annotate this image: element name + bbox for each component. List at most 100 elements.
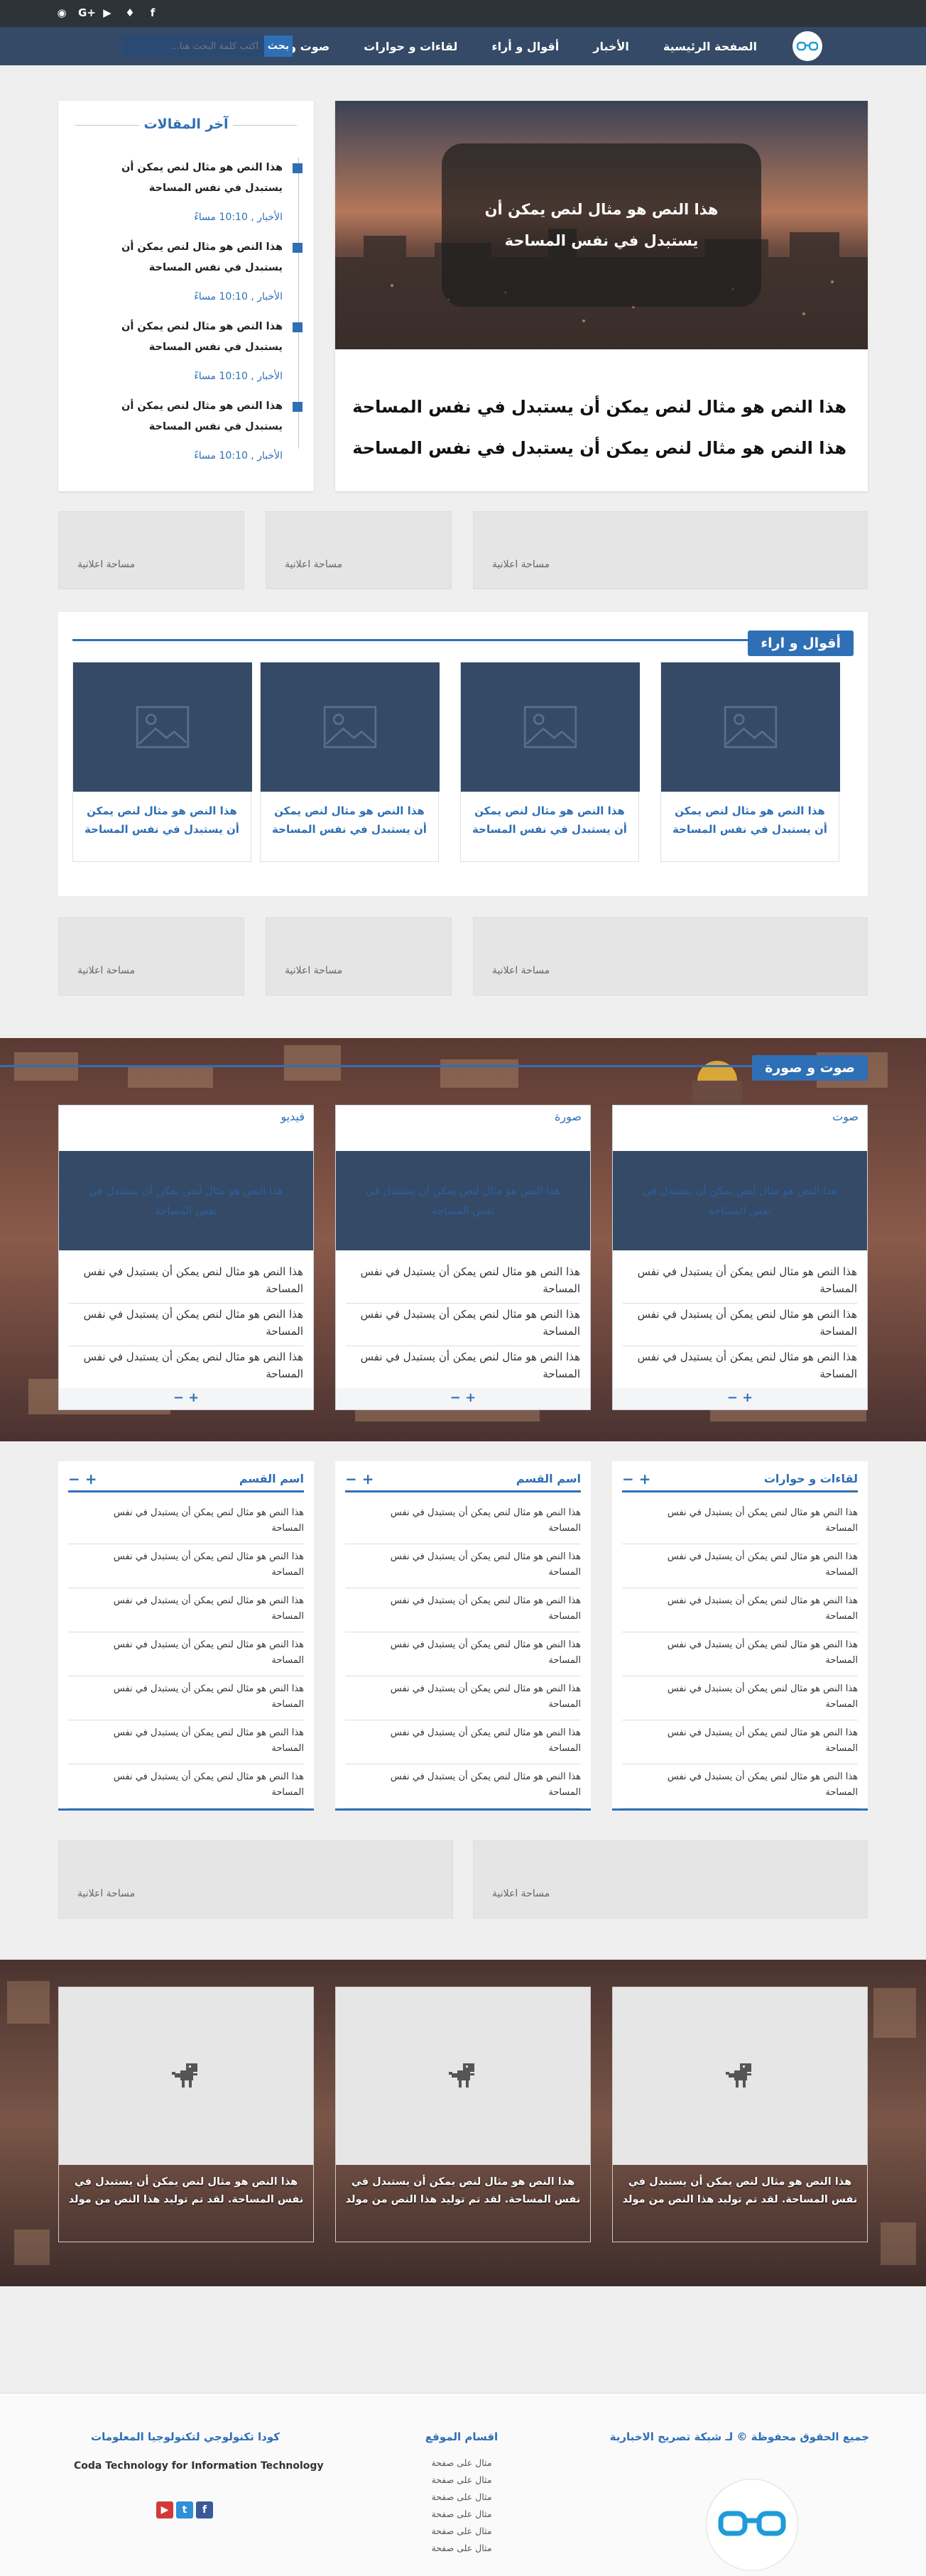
latest-item[interactable]: هذا النص هو مثال لنص يمكن أن يستبدل في ن… xyxy=(98,237,283,302)
opinion-card[interactable]: هذا النص هو مثال لنص يمكن أن يستبدل في ن… xyxy=(72,662,252,862)
opinion-title[interactable]: هذا النص هو مثال لنص يمكن أن يستبدل في ن… xyxy=(468,802,631,839)
footer-category-link[interactable]: مثال على صفحة xyxy=(412,2526,511,2536)
media-row[interactable]: هذا النص هو مثال لنص يمكن أن يستبدل في ن… xyxy=(623,1348,857,1389)
expand-collapse-button[interactable]: + − xyxy=(336,1388,590,1409)
media-player[interactable]: هذا النص هو مثال لنص يمكن أن يستبدل في ن… xyxy=(613,1151,867,1250)
expand-collapse-button[interactable]: + − xyxy=(345,1470,374,1488)
category-item[interactable]: هذا النص هو مثال لنص يمكن أن يستبدل في ن… xyxy=(638,1769,858,1801)
ad-space[interactable]: مساحة اعلانية xyxy=(266,511,452,589)
media-row[interactable]: هذا النص هو مثال لنص يمكن أن يستبدل في ن… xyxy=(69,1348,303,1389)
footer-category-link[interactable]: مثال على صفحة xyxy=(412,2543,511,2553)
media-player[interactable]: هذا النص هو مثال لنص يمكن أن يستبدل في ن… xyxy=(59,1151,313,1250)
nav-item-3[interactable]: لقاءات و حوارات xyxy=(364,40,457,53)
category-item[interactable]: هذا النص هو مثال لنص يمكن أن يستبدل في ن… xyxy=(84,1549,304,1581)
gallery-image[interactable] xyxy=(59,1987,313,2165)
opinions-title[interactable]: أقوال و اراء xyxy=(748,631,854,656)
featured-title[interactable]: هذا النص هو مثال لنص يمكن أن يستبدل في ن… xyxy=(349,386,846,469)
gallery-image[interactable] xyxy=(336,1987,590,2165)
media-card-label[interactable]: صوت xyxy=(832,1110,859,1123)
opinion-image[interactable] xyxy=(73,662,252,792)
media-card-label[interactable]: فيديو xyxy=(280,1110,305,1123)
category-item[interactable]: هذا النص هو مثال لنص يمكن أن يستبدل في ن… xyxy=(361,1637,581,1669)
latest-item-title[interactable]: هذا النص هو مثال لنص يمكن أن يستبدل في ن… xyxy=(98,158,283,199)
latest-item[interactable]: هذا النص هو مثال لنص يمكن أن يستبدل في ن… xyxy=(98,158,283,223)
ad-space[interactable]: مساحة اعلانية xyxy=(58,1840,453,1919)
facebook-icon[interactable]: f xyxy=(196,2501,213,2518)
category-item[interactable]: هذا النص هو مثال لنص يمكن أن يستبدل في ن… xyxy=(638,1593,858,1625)
category-item[interactable]: هذا النص هو مثال لنص يمكن أن يستبدل في ن… xyxy=(638,1549,858,1581)
opinion-title[interactable]: هذا النص هو مثال لنص يمكن أن يستبدل في ن… xyxy=(668,802,832,839)
search-button[interactable]: بحث xyxy=(264,36,293,57)
opinion-image[interactable] xyxy=(461,662,640,792)
media-row[interactable]: هذا النص هو مثال لنص يمكن أن يستبدل في ن… xyxy=(623,1306,857,1346)
media-player[interactable]: هذا النص هو مثال لنص يمكن أن يستبدل في ن… xyxy=(336,1151,590,1250)
category-item[interactable]: هذا النص هو مثال لنص يمكن أن يستبدل في ن… xyxy=(84,1593,304,1625)
category-item[interactable]: هذا النص هو مثال لنص يمكن أن يستبدل في ن… xyxy=(638,1725,858,1757)
expand-collapse-button[interactable]: + − xyxy=(622,1470,650,1488)
category-item[interactable]: هذا النص هو مثال لنص يمكن أن يستبدل في ن… xyxy=(84,1637,304,1669)
media-row[interactable]: هذا النص هو مثال لنص يمكن أن يستبدل في ن… xyxy=(346,1306,580,1346)
opinion-title[interactable]: هذا النص هو مثال لنص يمكن أن يستبدل في ن… xyxy=(80,802,244,839)
category-name[interactable]: اسم القسم xyxy=(239,1472,304,1485)
ad-space[interactable]: مساحة اعلانية xyxy=(58,511,244,589)
category-item[interactable]: هذا النص هو مثال لنص يمكن أن يستبدل في ن… xyxy=(361,1769,581,1801)
youtube-icon[interactable]: ▶ xyxy=(101,6,114,19)
category-item[interactable]: هذا النص هو مثال لنص يمكن أن يستبدل في ن… xyxy=(84,1681,304,1713)
opinion-image[interactable] xyxy=(261,662,440,792)
nav-item-2[interactable]: أقوال و أراء xyxy=(491,40,559,53)
latest-item[interactable]: هذا النص هو مثال لنص يمكن أن يستبدل في ن… xyxy=(98,317,283,382)
category-item[interactable]: هذا النص هو مثال لنص يمكن أن يستبدل في ن… xyxy=(638,1681,858,1713)
featured-article[interactable]: هذا النص هو مثال لنص يمكن أن يستبدل في ن… xyxy=(335,101,868,491)
latest-item-title[interactable]: هذا النص هو مثال لنص يمكن أن يستبدل في ن… xyxy=(98,237,283,278)
category-item[interactable]: هذا النص هو مثال لنص يمكن أن يستبدل في ن… xyxy=(638,1505,858,1537)
gallery-card[interactable]: هذا النص هو مثال لنص يمكن أن يستبدل في ن… xyxy=(58,1987,314,2242)
nav-item-0[interactable]: الصفحة الرئيسية xyxy=(663,40,757,53)
media-row[interactable]: هذا النص هو مثال لنص يمكن أن يستبدل في ن… xyxy=(346,1348,580,1389)
media-row[interactable]: هذا النص هو مثال لنص يمكن أن يستبدل في ن… xyxy=(69,1306,303,1346)
opinion-card[interactable]: هذا النص هو مثال لنص يمكن أن يستبدل في ن… xyxy=(660,662,840,862)
category-item[interactable]: هذا النص هو مثال لنص يمكن أن يستبدل في ن… xyxy=(638,1637,858,1669)
latest-item[interactable]: هذا النص هو مثال لنص يمكن أن يستبدل في ن… xyxy=(98,396,283,462)
footer-category-link[interactable]: مثال على صفحة xyxy=(412,2457,511,2468)
twitter-icon[interactable]: t xyxy=(176,2501,193,2518)
ad-space[interactable]: مساحة اعلانية xyxy=(473,917,868,995)
gallery-card[interactable]: هذا النص هو مثال لنص يمكن أن يستبدل في ن… xyxy=(612,1987,868,2242)
category-name[interactable]: لقاءات و حوارات xyxy=(764,1472,858,1485)
opinion-card[interactable]: هذا النص هو مثال لنص يمكن أن يستبدل في ن… xyxy=(460,662,640,862)
youtube-icon[interactable]: ▶ xyxy=(156,2501,173,2518)
expand-collapse-button[interactable]: + − xyxy=(59,1388,313,1409)
category-item[interactable]: هذا النص هو مثال لنص يمكن أن يستبدل في ن… xyxy=(361,1549,581,1581)
media-row[interactable]: هذا النص هو مثال لنص يمكن أن يستبدل في ن… xyxy=(346,1263,580,1304)
category-item[interactable]: هذا النص هو مثال لنص يمكن أن يستبدل في ن… xyxy=(361,1725,581,1757)
footer-category-link[interactable]: مثال على صفحة xyxy=(412,2474,511,2485)
ad-space[interactable]: مساحة اعلانية xyxy=(58,917,244,995)
search-input[interactable] xyxy=(122,36,264,57)
gallery-image[interactable] xyxy=(613,1987,867,2165)
category-item[interactable]: هذا النص هو مثال لنص يمكن أن يستبدل في ن… xyxy=(84,1505,304,1537)
google-plus-icon[interactable]: G+ xyxy=(78,6,96,19)
ad-space[interactable]: مساحة اعلانية xyxy=(473,1840,868,1919)
opinion-title[interactable]: هذا النص هو مثال لنص يمكن أن يستبدل في ن… xyxy=(268,802,431,839)
media-title[interactable]: صوت و صورة xyxy=(752,1055,868,1081)
category-item[interactable]: هذا النص هو مثال لنص يمكن أن يستبدل في ن… xyxy=(361,1681,581,1713)
facebook-icon[interactable]: f xyxy=(146,6,159,19)
rss-icon[interactable]: ◉ xyxy=(55,6,68,19)
category-item[interactable]: هذا النص هو مثال لنص يمكن أن يستبدل في ن… xyxy=(361,1593,581,1625)
latest-item-title[interactable]: هذا النص هو مثال لنص يمكن أن يستبدل في ن… xyxy=(98,396,283,437)
category-item[interactable]: هذا النص هو مثال لنص يمكن أن يستبدل في ن… xyxy=(84,1725,304,1757)
opinion-image[interactable] xyxy=(661,662,840,792)
latest-item-title[interactable]: هذا النص هو مثال لنص يمكن أن يستبدل في ن… xyxy=(98,317,283,358)
site-logo[interactable] xyxy=(792,31,822,61)
nav-item-1[interactable]: الأخبار xyxy=(593,40,629,53)
footer-category-link[interactable]: مثال على صفحة xyxy=(412,2509,511,2519)
footer-logo[interactable] xyxy=(706,2479,798,2571)
ad-space[interactable]: مساحة اعلانية xyxy=(473,511,868,589)
media-row[interactable]: هذا النص هو مثال لنص يمكن أن يستبدل في ن… xyxy=(69,1263,303,1304)
ad-space[interactable]: مساحة اعلانية xyxy=(266,917,452,995)
category-name[interactable]: اسم القسم xyxy=(516,1472,581,1485)
twitter-icon[interactable]: ♦ xyxy=(124,6,136,19)
expand-collapse-button[interactable]: + − xyxy=(613,1388,867,1409)
featured-image[interactable]: هذا النص هو مثال لنص يمكن أن يستبدل في ن… xyxy=(335,101,868,349)
category-item[interactable]: هذا النص هو مثال لنص يمكن أن يستبدل في ن… xyxy=(84,1769,304,1801)
expand-collapse-button[interactable]: + − xyxy=(68,1470,97,1488)
